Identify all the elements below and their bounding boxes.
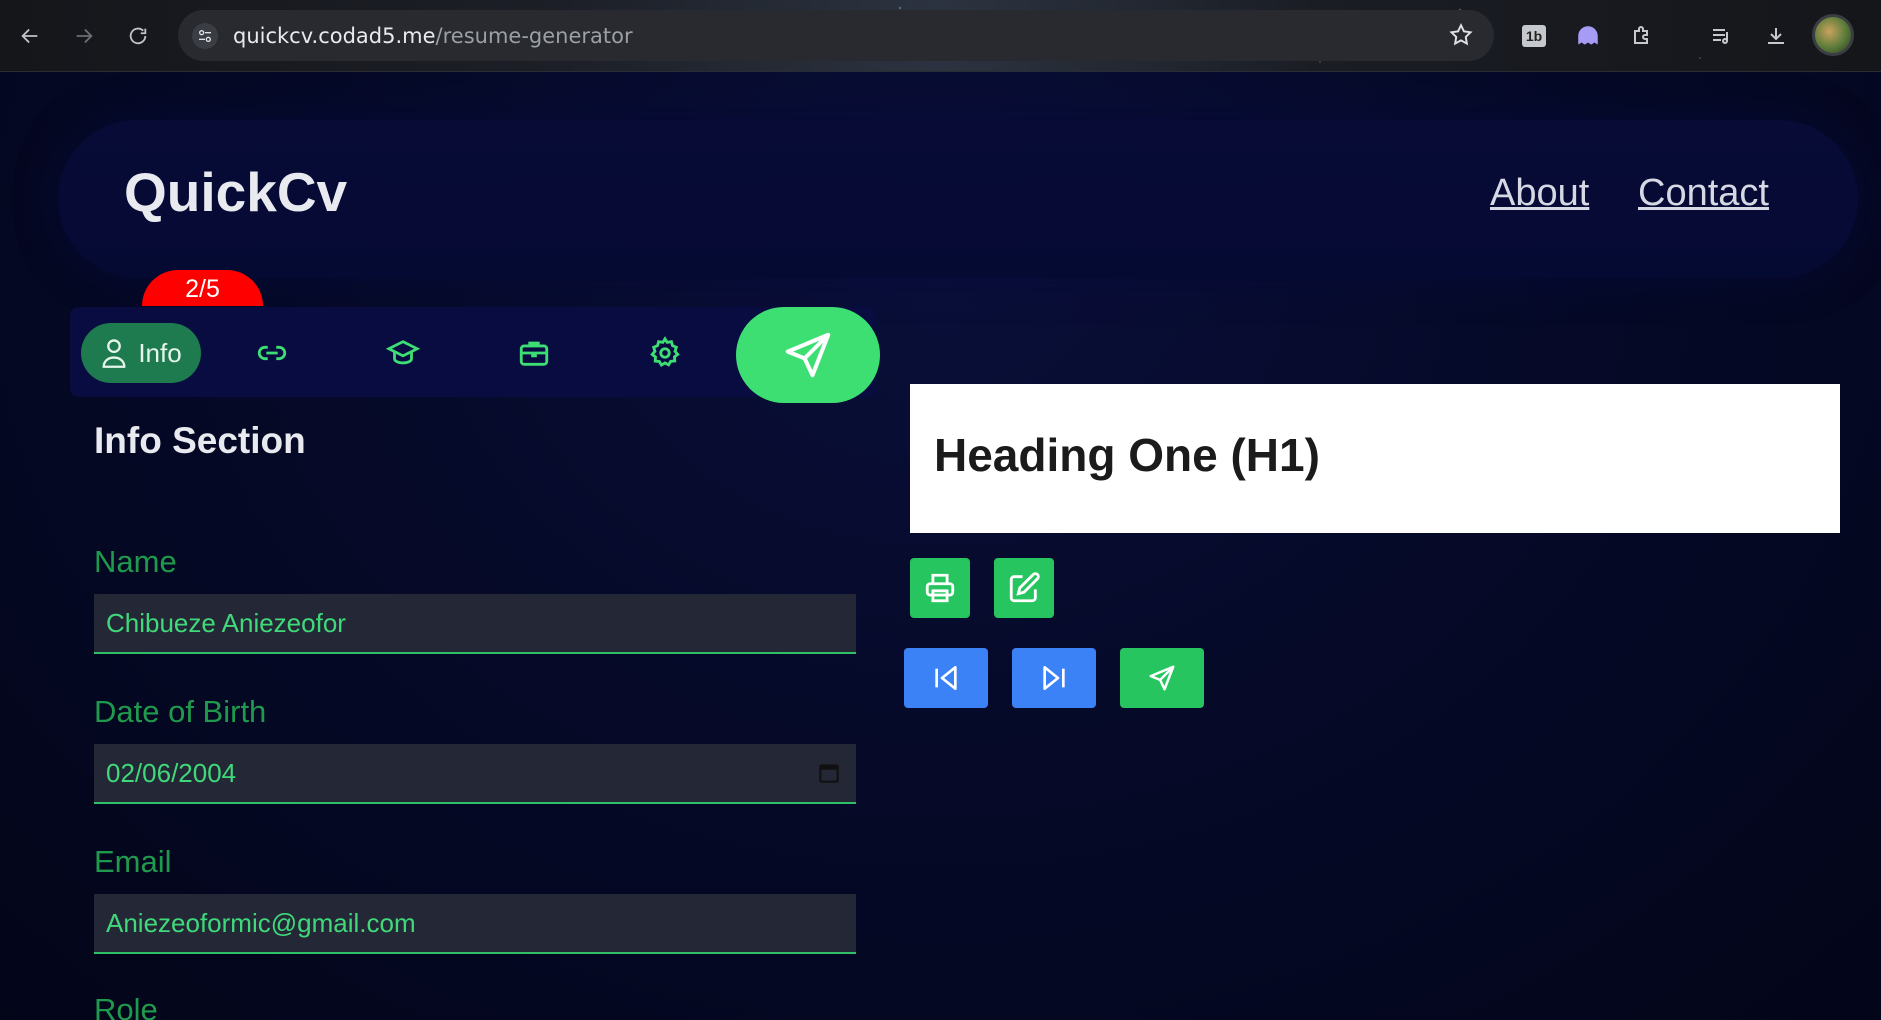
resume-preview: Heading One (H1) xyxy=(910,384,1840,533)
tab-links[interactable] xyxy=(242,323,302,383)
edit-button[interactable] xyxy=(994,558,1054,618)
tab-info[interactable]: Info xyxy=(81,323,201,383)
preview-heading: Heading One (H1) xyxy=(934,429,1320,481)
dob-label: Date of Birth xyxy=(94,694,267,729)
user-icon xyxy=(102,339,126,368)
tab-info-label: Info xyxy=(138,337,182,368)
email-label: Email xyxy=(94,844,172,879)
reload-button[interactable] xyxy=(122,20,154,52)
paper-plane-icon xyxy=(785,332,831,378)
email-field[interactable]: Aniezeoformic@gmail.com xyxy=(94,894,856,954)
name-label: Name xyxy=(94,544,177,579)
extension-tb-icon[interactable]: 1b xyxy=(1518,20,1550,52)
site-logo[interactable]: QuickCv xyxy=(124,160,347,224)
name-field[interactable]: Chibueze Aniezeofor xyxy=(94,594,856,654)
url-text[interactable]: quickcv.codad5.me/resume-generator xyxy=(233,24,633,48)
tab-settings[interactable] xyxy=(635,323,695,383)
media-queue-icon[interactable] xyxy=(1706,20,1738,52)
step-progress-badge: 2/5 xyxy=(142,270,263,306)
arrow-right-icon xyxy=(76,28,93,44)
extensions-puzzle-icon[interactable] xyxy=(1626,20,1658,52)
page: QuickCv About Contact xyxy=(0,72,1881,1020)
info-section-title: Info Section xyxy=(94,420,306,461)
link-icon xyxy=(257,345,287,361)
site-header: QuickCv About Contact xyxy=(58,120,1858,278)
submit-send-button[interactable] xyxy=(736,307,880,403)
section-tab-bar: Info xyxy=(70,307,880,403)
nav-contact-link[interactable]: Contact xyxy=(1638,172,1769,215)
dob-value: 02/06/2004 xyxy=(106,758,237,788)
graduation-cap-icon xyxy=(386,340,420,365)
send-button[interactable] xyxy=(1120,648,1204,708)
tab-experience[interactable] xyxy=(504,323,564,383)
address-bar[interactable]: quickcv.codad5.me/resume-generator xyxy=(178,10,1494,61)
url-domain: quickcv.codad5.me xyxy=(233,24,436,48)
calendar-icon[interactable] xyxy=(816,760,842,786)
skip-forward-icon xyxy=(1043,666,1065,690)
extension-ghost-icon[interactable] xyxy=(1572,20,1604,52)
paper-plane-icon xyxy=(1149,665,1175,691)
browser-toolbar: quickcv.codad5.me/resume-generator 1b xyxy=(0,0,1881,72)
arrow-left-icon xyxy=(21,28,38,44)
bookmark-star-icon[interactable] xyxy=(1448,22,1474,48)
print-button[interactable] xyxy=(910,558,970,618)
site-info-icon[interactable] xyxy=(192,23,218,49)
next-step-button[interactable] xyxy=(1012,648,1096,708)
briefcase-icon xyxy=(519,341,549,366)
skip-back-icon xyxy=(935,666,957,690)
reload-icon xyxy=(129,27,147,45)
previous-step-button[interactable] xyxy=(904,648,988,708)
url-path: /resume-generator xyxy=(435,24,633,48)
forward-button[interactable] xyxy=(68,20,100,52)
role-label: Role xyxy=(94,992,158,1020)
back-button[interactable] xyxy=(14,20,46,52)
nav-about-link[interactable]: About xyxy=(1490,172,1589,215)
printer-icon xyxy=(925,573,955,603)
downloads-icon[interactable] xyxy=(1760,20,1792,52)
tab-education[interactable] xyxy=(373,323,433,383)
gear-icon xyxy=(650,336,680,367)
profile-avatar[interactable] xyxy=(1812,14,1854,56)
dob-field[interactable]: 02/06/2004 xyxy=(94,744,856,804)
edit-icon xyxy=(1009,572,1040,603)
